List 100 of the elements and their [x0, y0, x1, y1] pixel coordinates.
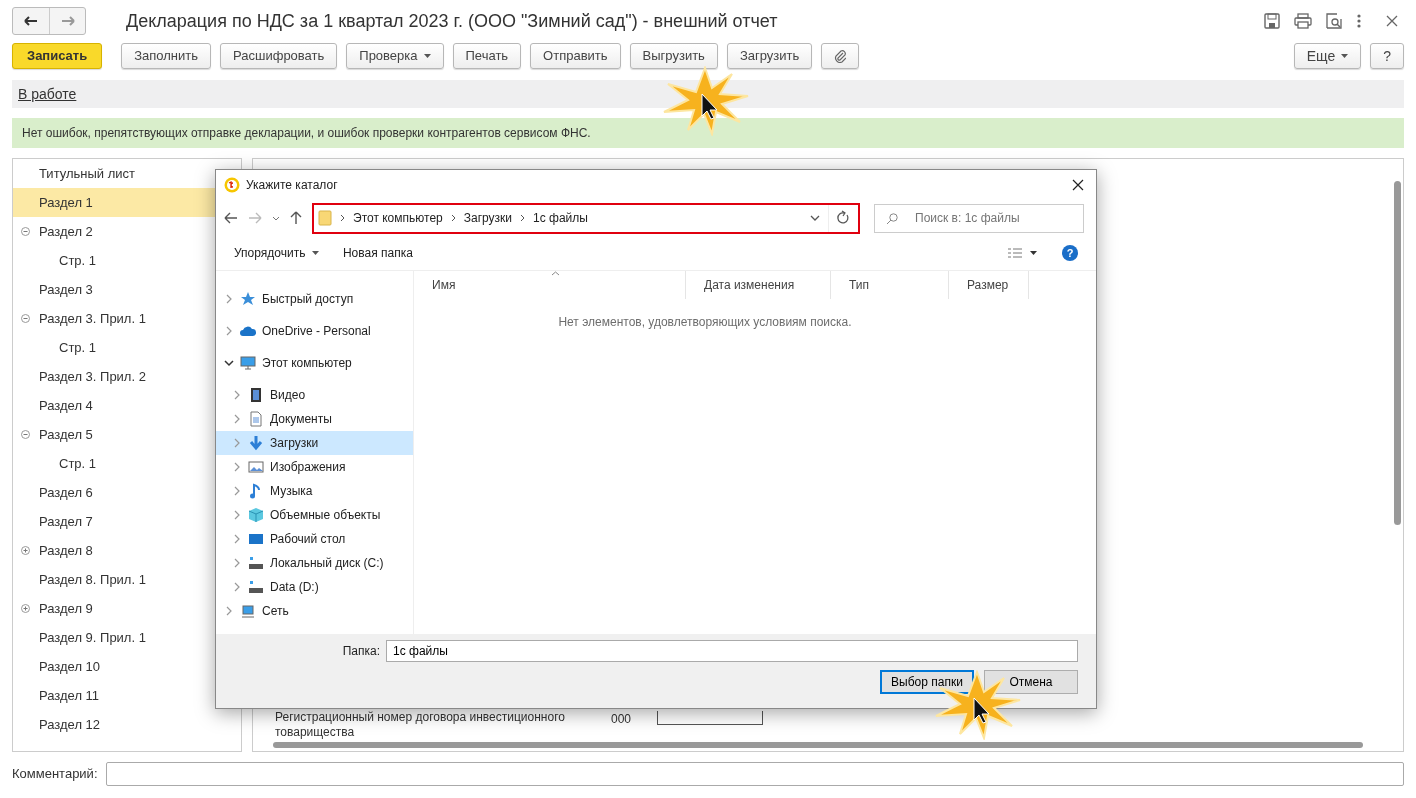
nav-item[interactable]: Этот компьютер: [216, 351, 413, 375]
toolbar-button[interactable]: Отправить: [530, 43, 621, 69]
toolbar-button[interactable]: Еще: [1293, 43, 1362, 69]
nav-item[interactable]: Загрузки: [216, 431, 413, 455]
nav-label: OneDrive - Personal: [262, 323, 371, 340]
caret-icon: [311, 251, 319, 255]
document-icon: [248, 411, 264, 427]
column-header[interactable]: Размер: [949, 271, 1029, 299]
cube-icon: [248, 507, 264, 523]
section-label: Раздел 3. Прил. 2: [39, 367, 146, 386]
toolbar-button[interactable]: Печать: [452, 43, 522, 69]
nav-label: Видео: [270, 387, 306, 404]
nav-label: Загрузки: [270, 435, 319, 452]
dropdown-caret-icon[interactable]: [272, 215, 280, 221]
chevron-right-icon: [232, 438, 242, 448]
folder-label: Папка:: [342, 643, 380, 660]
section-label: Раздел 2: [39, 222, 93, 241]
film-icon: [248, 387, 264, 403]
column-header[interactable]: Тип: [831, 271, 949, 299]
section-item[interactable]: Раздел 12: [13, 710, 241, 739]
nav-label: Рабочий стол: [270, 531, 346, 548]
section-item[interactable]: Раздел 2: [13, 217, 241, 246]
section-label: Раздел 5: [39, 425, 93, 444]
command-button[interactable]: Упорядочить: [234, 244, 319, 262]
chevron-right-icon: [232, 486, 242, 496]
chevron-right-icon: [232, 390, 242, 400]
back-arrow-icon[interactable]: [224, 212, 238, 224]
expand-icon[interactable]: [21, 604, 30, 613]
section-label: Раздел 9. Прил. 1: [39, 628, 146, 647]
toolbar-button[interactable]: ?: [1370, 43, 1404, 69]
search-icon: [886, 212, 898, 225]
section-label: Раздел 10: [39, 657, 101, 676]
picture-icon: [248, 459, 264, 475]
status-link[interactable]: В работе: [18, 83, 77, 105]
section-label: Раздел 7: [39, 512, 93, 531]
desktop-icon: [248, 531, 264, 547]
path-segment[interactable]: 1с файлы: [533, 209, 588, 227]
path-segment[interactable]: Этот компьютер: [353, 209, 443, 227]
path-segment[interactable]: Загрузки: [463, 209, 513, 227]
dialog-button[interactable]: Отмена: [984, 670, 1078, 694]
column-header[interactable]: Дата изменения: [686, 271, 831, 299]
print-icon[interactable]: [1294, 13, 1312, 29]
dialog-title: Укажите каталог: [246, 177, 339, 194]
address-bar[interactable]: Этот компьютер Загрузки 1с файлы: [312, 202, 860, 234]
section-label: Раздел 3. Прил. 1: [39, 309, 146, 328]
nav-label: Сеть: [262, 603, 289, 620]
comment-label: Комментарий:: [12, 765, 98, 784]
help-button[interactable]: ?: [1062, 245, 1078, 261]
collapse-icon[interactable]: [21, 430, 30, 439]
nav-label: Data (D:): [270, 579, 319, 596]
chevron-icon: [450, 214, 456, 222]
line-code: 000: [611, 712, 632, 726]
section-label: Раздел 9: [39, 599, 93, 618]
preview-icon[interactable]: [1326, 13, 1342, 29]
folder-field[interactable]: 1с файлы: [386, 640, 1078, 662]
toolbar-button[interactable]: Загрузить: [726, 43, 813, 69]
more-icon[interactable]: [1356, 13, 1362, 29]
section-label: Раздел 8. Прил. 1: [39, 570, 146, 589]
section-label: Стр. 1: [59, 338, 97, 357]
section-label: Раздел 6: [39, 483, 93, 502]
chevron-right-icon: [232, 462, 242, 472]
down-arrow-icon: [248, 435, 264, 451]
save-icon[interactable]: [1264, 13, 1280, 29]
window-title: Декларация по НДС за 1 квартал 2023 г. (ООО "Зимний сад") - внешний отчет: [126, 9, 779, 33]
dropdown-caret-icon[interactable]: [810, 215, 820, 221]
field-label: Регистрационный номер договора инвестиционного товарищества: [275, 710, 566, 740]
section-label: Раздел 1: [39, 193, 93, 212]
toolbar-button[interactable]: Расшифровать: [220, 43, 338, 69]
nav-item[interactable]: Музыка: [216, 479, 413, 503]
network-icon: [240, 603, 256, 619]
toolbar-button[interactable]: Заполнить: [121, 43, 212, 69]
toolbar-button[interactable]: Записать: [12, 43, 103, 69]
scrollbar-thumb[interactable]: [1394, 181, 1401, 525]
toolbar-button[interactable]: Выгрузить: [629, 43, 718, 69]
dialog-button[interactable]: Выбор папки: [880, 670, 974, 694]
command-button[interactable]: Новая папка: [342, 244, 413, 262]
attach-button[interactable]: [821, 43, 860, 69]
folder-icon: [318, 210, 332, 226]
expand-icon[interactable]: [21, 546, 30, 555]
section-label: Стр. 1: [59, 454, 97, 473]
search-field[interactable]: Поиск в: 1с файлы: [874, 203, 1084, 233]
scrollbar-thumb[interactable]: [273, 742, 1363, 748]
up-arrow-icon[interactable]: [290, 211, 302, 225]
chevron-icon: [520, 214, 526, 222]
section-label: Раздел 12: [39, 715, 101, 734]
toolbar-button[interactable]: Проверка: [346, 43, 444, 69]
nav-label: Объемные объекты: [270, 507, 381, 524]
view-options-icon[interactable]: [1008, 248, 1038, 258]
nav-label: Этот компьютер: [262, 355, 352, 372]
value-field[interactable]: [657, 711, 763, 725]
caret-icon: [423, 54, 431, 58]
nav-item[interactable]: Видео: [216, 383, 413, 407]
nav-item[interactable]: Объемные объекты: [216, 503, 413, 527]
column-header[interactable]: Имя: [414, 271, 686, 299]
nav-item[interactable]: Изображения: [216, 455, 413, 479]
collapse-icon[interactable]: [21, 314, 30, 323]
close-icon[interactable]: [1072, 179, 1084, 191]
paperclip-icon: [834, 49, 847, 63]
comment-field[interactable]: [105, 762, 1404, 786]
collapse-icon[interactable]: [21, 227, 30, 236]
